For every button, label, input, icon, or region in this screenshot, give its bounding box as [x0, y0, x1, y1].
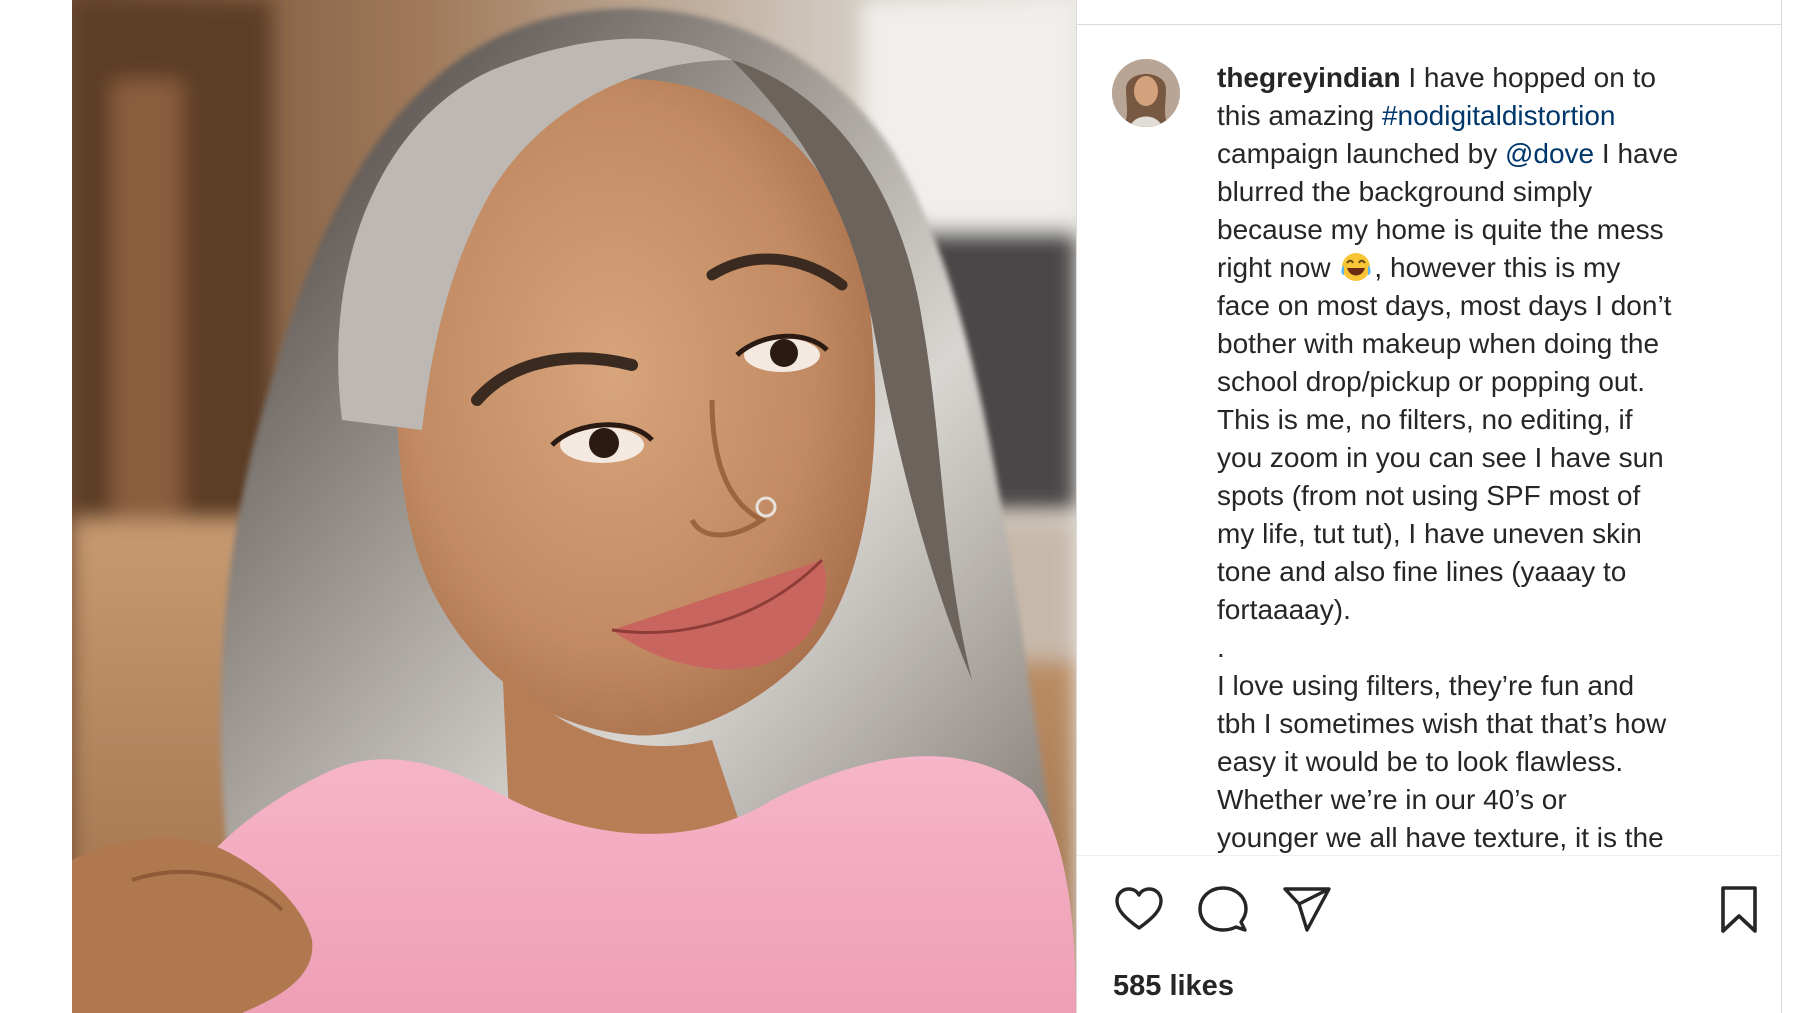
caption-text: bother with makeup when doing the [1217, 328, 1660, 359]
caption-text: you zoom in you can see I have sun [1217, 442, 1664, 473]
caption-line: because my home is quite the mess [1217, 211, 1747, 249]
caption-text: . [1217, 632, 1225, 663]
caption-line: school drop/pickup or popping out. [1217, 363, 1747, 401]
mention-link[interactable]: @dove [1505, 138, 1594, 169]
post-side-panel: thegreyindian I have hopped on to this am… [1076, 0, 1782, 1013]
caption-line: easy it would be to look flawless. [1217, 743, 1747, 781]
avatar-image [1112, 59, 1180, 127]
caption-text: school drop/pickup or popping out. [1217, 366, 1646, 397]
caption-line: Whether we’re in our 40’s or [1217, 781, 1747, 819]
paper-plane-icon[interactable] [1281, 884, 1333, 936]
caption-text: Whether we’re in our 40’s or [1217, 784, 1567, 815]
laughing-emoji-icon: 😂 [1338, 251, 1374, 283]
avatar[interactable] [1112, 59, 1180, 127]
caption-line: tone and also fine lines (yaaay to [1217, 553, 1747, 591]
caption-line: thegreyindian I have hopped on to [1217, 59, 1747, 97]
hashtag-link[interactable]: #nodigitaldistortion [1382, 100, 1616, 131]
caption-line: spots (from not using SPF most of [1217, 477, 1747, 515]
caption-text: I have [1594, 138, 1679, 169]
likes-count[interactable]: 585 likes [1113, 970, 1234, 1003]
heart-icon[interactable] [1113, 884, 1165, 936]
caption-text: I love using filters, they’re fun and [1217, 670, 1635, 701]
caption-area: thegreyindian I have hopped on to this am… [1077, 25, 1781, 853]
caption-line: I love using filters, they’re fun and [1217, 667, 1747, 705]
caption-text: fortaaaay). [1217, 594, 1351, 625]
caption-text: right now [1217, 252, 1339, 283]
caption-text: my life, tut tut), I have uneven skin [1217, 518, 1642, 549]
post-caption: thegreyindian I have hopped on to this am… [1217, 59, 1747, 853]
caption-text: blurred the background simply [1217, 176, 1593, 207]
caption-line: bother with makeup when doing the [1217, 325, 1747, 363]
caption-line: younger we all have texture, it is the [1217, 819, 1747, 853]
caption-text: campaign launched by [1217, 138, 1505, 169]
username-link[interactable]: thegreyindian [1217, 62, 1401, 93]
caption-text: This is me, no filters, no editing, if [1217, 404, 1633, 435]
caption-line: blurred the background simply [1217, 173, 1747, 211]
caption-line: my life, tut tut), I have uneven skin [1217, 515, 1747, 553]
caption-text: face on most days, most days I don’t [1217, 290, 1672, 321]
caption-text: I have hopped on to [1400, 62, 1656, 93]
panel-header-edge [1077, 0, 1781, 25]
caption-line: This is me, no filters, no editing, if [1217, 401, 1747, 439]
caption-line: fortaaaay). [1217, 591, 1747, 629]
instagram-post-view: thegreyindian I have hopped on to this am… [0, 0, 1800, 1013]
divider [1077, 855, 1781, 856]
caption-text: easy it would be to look flawless. [1217, 746, 1624, 777]
selfie-photo-image [72, 0, 1076, 1013]
caption-line: tbh I sometimes wish that that’s how [1217, 705, 1747, 743]
caption-line: face on most days, most days I don’t [1217, 287, 1747, 325]
caption-line: campaign launched by @dove I have [1217, 135, 1747, 173]
bookmark-icon[interactable] [1713, 884, 1765, 936]
caption-text: because my home is quite the mess [1217, 214, 1664, 245]
caption-text: tbh I sometimes wish that that’s how [1217, 708, 1667, 739]
caption-line: right now 😂, however this is my [1217, 249, 1747, 287]
comment-bubble-icon[interactable] [1197, 884, 1249, 936]
caption-text: spots (from not using SPF most of [1217, 480, 1641, 511]
post-photo[interactable] [72, 0, 1076, 1013]
caption-text: younger we all have texture, it is the [1217, 822, 1664, 853]
caption-text: tone and also fine lines (yaaay to [1217, 556, 1627, 587]
caption-line: this amazing #nodigitaldistortion [1217, 97, 1747, 135]
caption-line: you zoom in you can see I have sun [1217, 439, 1747, 477]
caption-line: . [1217, 629, 1747, 667]
caption-text: , however this is my [1374, 252, 1621, 283]
caption-text: this amazing [1217, 100, 1382, 131]
